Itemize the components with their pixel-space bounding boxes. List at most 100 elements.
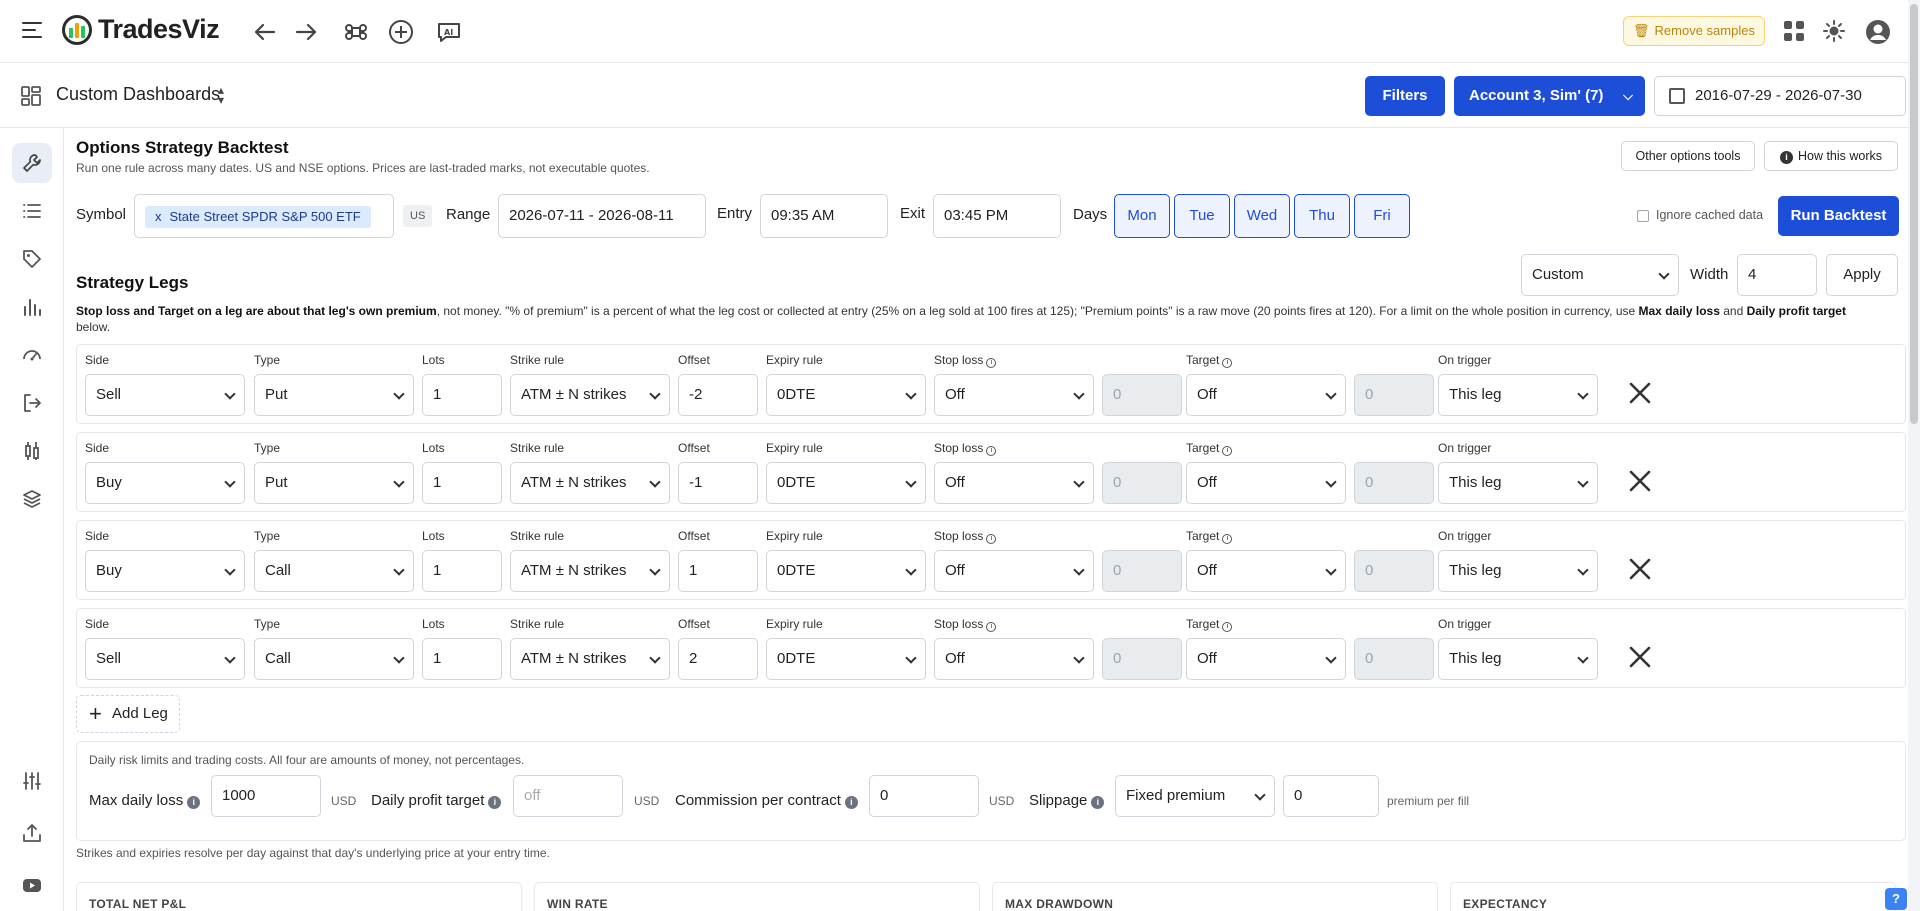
daily-profit-target-input[interactable]: off [513,775,623,817]
day-fri-toggle[interactable]: Fri [1354,194,1410,238]
filters-button[interactable]: Filters [1365,76,1445,116]
info-icon[interactable]: i [1222,534,1233,544]
expiry-rule-select[interactable]: 0DTE [766,550,926,592]
lots-input[interactable]: 1 [422,374,502,416]
stop-loss-select[interactable]: Off [934,462,1094,504]
strike-rule-select[interactable]: ATM ± N strikes [510,550,670,592]
command-icon[interactable] [341,17,371,47]
how-this-works-button[interactable]: i How this works [1764,141,1898,171]
expiry-rule-select[interactable]: 0DTE [766,374,926,416]
dashboard-selector[interactable]: Custom Dashboards [56,84,220,105]
slippage-mode-select[interactable]: Fixed premium [1115,775,1275,817]
add-leg-button[interactable]: + Add Leg [76,695,180,733]
dashboard-grid-icon[interactable] [20,85,42,107]
target-select[interactable]: Off [1186,550,1346,592]
run-backtest-button[interactable]: Run Backtest [1778,196,1899,236]
remove-leg-close-icon[interactable] [1627,644,1653,670]
sidebar-bar-chart-icon[interactable] [12,287,52,327]
info-icon[interactable]: i [986,622,997,632]
add-circle-icon[interactable] [386,17,416,47]
dashboard-sort-caret-icon[interactable]: ▴ ▾ [218,84,224,106]
sidebar-export-icon[interactable] [12,383,52,423]
on-trigger-select[interactable]: This leg [1438,374,1598,416]
sidebar-layers-icon[interactable] [12,479,52,519]
remove-leg-close-icon[interactable] [1627,380,1653,406]
day-wed-toggle[interactable]: Wed [1234,194,1290,238]
strategy-preset-select[interactable]: Custom [1521,254,1679,296]
exit-time-input[interactable]: 03:45 PM [933,194,1061,238]
stop-loss-select[interactable]: Off [934,638,1094,680]
app-logo-text[interactable]: TradesViz [98,14,220,45]
entry-time-input[interactable]: 09:35 AM [760,194,888,238]
side-select[interactable]: Sell [85,374,245,416]
stop-loss-select[interactable]: Off [934,374,1094,416]
sidebar-list-icon[interactable] [12,191,52,231]
expiry-rule-select[interactable]: 0DTE [766,462,926,504]
info-icon[interactable]: i [1222,358,1233,368]
info-icon[interactable]: i [488,796,502,809]
offset-input[interactable]: -2 [678,374,758,416]
page-scrollbar[interactable] [1908,0,1920,911]
type-select[interactable]: Put [254,462,414,504]
hamburger-menu-icon[interactable] [22,22,42,40]
sidebar-tag-icon[interactable] [12,239,52,279]
on-trigger-select[interactable]: This leg [1438,638,1598,680]
sidebar-tools-icon[interactable] [12,143,52,183]
remove-leg-close-icon[interactable] [1627,468,1653,494]
theme-sun-icon[interactable] [1821,18,1847,44]
info-icon[interactable]: i [986,358,997,368]
ai-chat-icon[interactable]: AI [434,17,464,47]
target-select[interactable]: Off [1186,374,1346,416]
account-selector-button[interactable]: Account 3, Sim' (7) ⌵ [1454,76,1645,116]
sidebar-gauge-icon[interactable] [12,335,52,375]
sidebar-upload-icon[interactable] [12,813,52,853]
sidebar-sliders-icon[interactable] [12,761,52,801]
sidebar-candlestick-icon[interactable] [12,431,52,471]
on-trigger-select[interactable]: This leg [1438,550,1598,592]
info-icon[interactable]: i [1222,446,1233,456]
lots-input[interactable]: 1 [422,462,502,504]
apply-button[interactable]: Apply [1826,254,1898,296]
info-icon[interactable]: i [1222,622,1233,632]
target-select[interactable]: Off [1186,462,1346,504]
info-icon[interactable]: i [986,446,997,456]
stop-loss-select[interactable]: Off [934,550,1094,592]
chip-remove-icon[interactable]: x [155,209,162,224]
strike-rule-select[interactable]: ATM ± N strikes [510,638,670,680]
on-trigger-select[interactable]: This leg [1438,462,1598,504]
offset-input[interactable]: 2 [678,638,758,680]
tradesviz-logo-icon[interactable] [62,15,92,45]
forward-arrow-icon[interactable] [291,17,321,47]
expiry-rule-select[interactable]: 0DTE [766,638,926,680]
offset-input[interactable]: 1 [678,550,758,592]
other-options-tools-button[interactable]: Other options tools [1621,141,1755,171]
day-tue-toggle[interactable]: Tue [1174,194,1230,238]
day-thu-toggle[interactable]: Thu [1294,194,1350,238]
info-icon[interactable]: i [986,534,997,544]
help-widget-button[interactable]: ? [1885,888,1907,910]
user-avatar-icon[interactable] [1864,18,1890,44]
type-select[interactable]: Call [254,550,414,592]
type-select[interactable]: Put [254,374,414,416]
type-select[interactable]: Call [254,638,414,680]
slippage-input[interactable]: 0 [1283,775,1379,817]
strike-rule-select[interactable]: ATM ± N strikes [510,462,670,504]
side-select[interactable]: Sell [85,638,245,680]
lots-input[interactable]: 1 [422,550,502,592]
global-date-range[interactable]: 2016-07-29 - 2026-07-30 [1654,76,1906,116]
side-select[interactable]: Buy [85,462,245,504]
commission-input[interactable]: 0 [869,775,979,817]
back-arrow-icon[interactable] [250,17,280,47]
symbol-input[interactable]: x State Street SPDR S&P 500 ETF [134,194,394,238]
target-select[interactable]: Off [1186,638,1346,680]
offset-input[interactable]: -1 [678,462,758,504]
remove-samples-button[interactable]: 🗑 Remove samples [1623,16,1765,46]
info-icon[interactable]: i [844,796,858,809]
info-icon[interactable]: i [1091,796,1105,809]
max-daily-loss-input[interactable]: 1000 [211,775,321,817]
side-select[interactable]: Buy [85,550,245,592]
strike-rule-select[interactable]: ATM ± N strikes [510,374,670,416]
info-icon[interactable]: i [187,796,201,809]
apps-grid-icon[interactable] [1781,18,1807,44]
lots-input[interactable]: 1 [422,638,502,680]
